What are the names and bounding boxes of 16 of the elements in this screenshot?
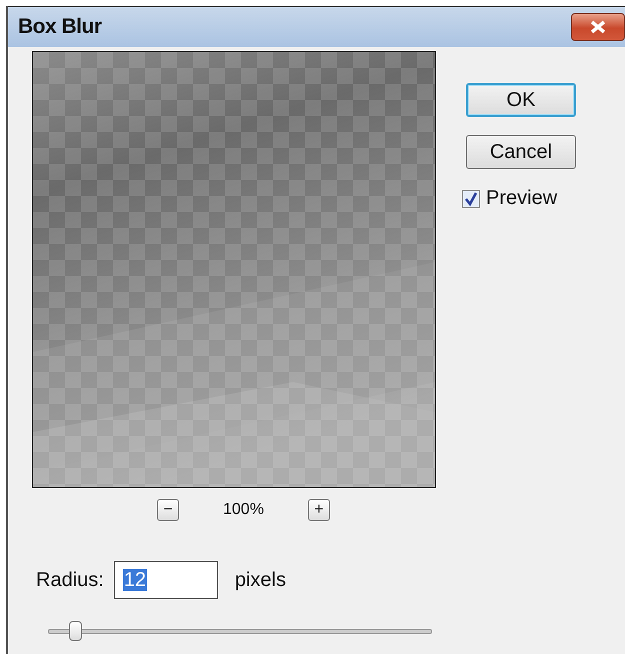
- unit-label: pixels: [234, 568, 286, 592]
- checkmark-icon: [463, 190, 479, 206]
- close-button[interactable]: [571, 13, 625, 41]
- dialog-button[interactable]: Cancel: [466, 135, 576, 169]
- window-title: Box Blur: [18, 15, 102, 39]
- dialog-button[interactable]: OK: [466, 83, 576, 117]
- radius-field[interactable]: 12: [114, 561, 218, 599]
- checkbox[interactable]: [462, 190, 480, 208]
- zoom-level: 100%: [223, 501, 264, 519]
- radius-label: Radius:: [36, 568, 104, 592]
- checkbox-label: Preview: [486, 187, 558, 210]
- slider-thumb[interactable]: [69, 621, 82, 641]
- zoom-in-button[interactable]: +: [308, 499, 330, 521]
- close-icon: [589, 20, 607, 34]
- zoom-out-button[interactable]: −: [157, 499, 179, 521]
- radius-slider[interactable]: [48, 621, 432, 641]
